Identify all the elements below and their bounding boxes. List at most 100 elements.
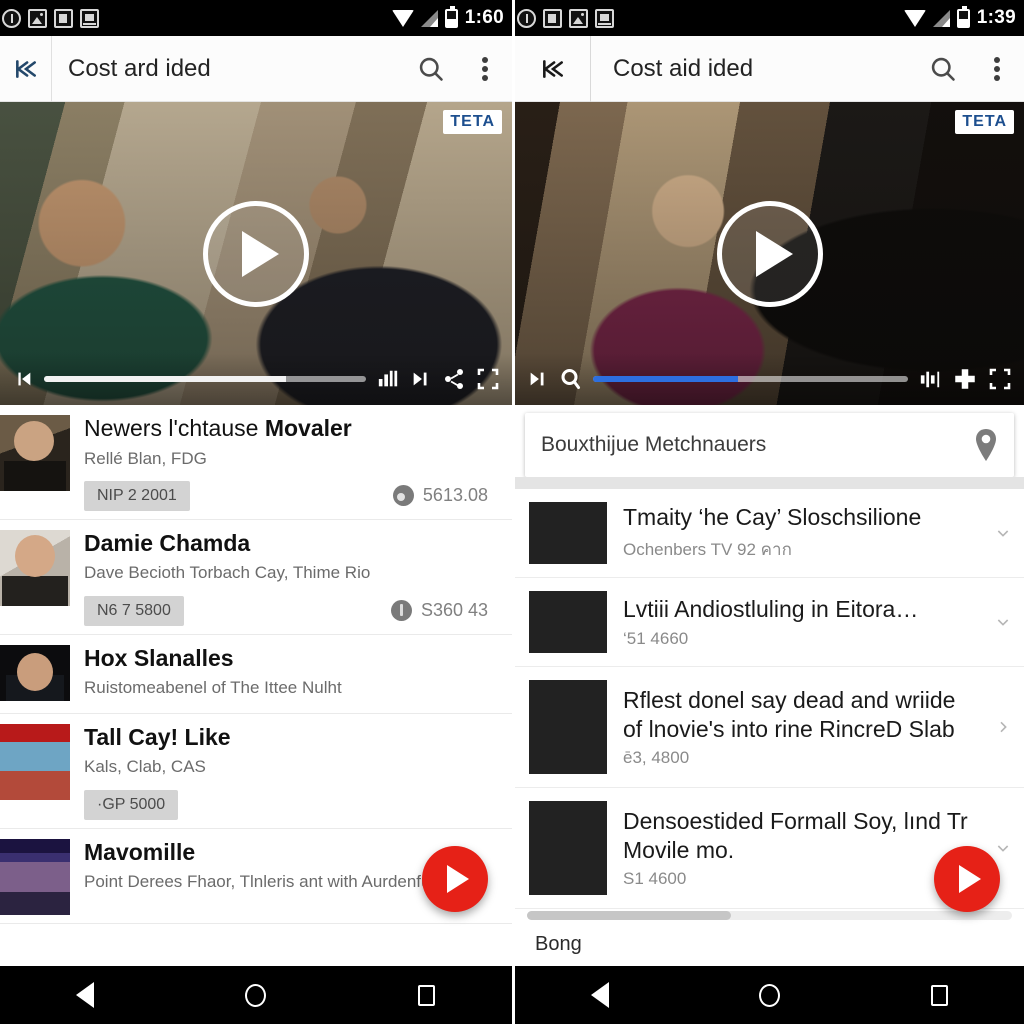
chevron-right-icon[interactable]	[992, 719, 1014, 735]
app-toolbar: Cost ard ided	[0, 35, 512, 102]
list-item[interactable]: Rflest donel say dead and wriide of lnov…	[515, 667, 1024, 788]
signal-icon	[932, 9, 950, 27]
android-nav-bar	[515, 966, 1024, 1024]
search-icon[interactable]	[916, 36, 970, 102]
list-item-subtitle: Rellé Blan, FDG	[84, 448, 207, 468]
list-item-subtitle: Ruistomeabenel of The Ittee Nulht	[84, 678, 342, 698]
app-toolbar: Cost aid ided	[515, 35, 1024, 102]
list-item-title: Lvtiii Andiostluling in Eitora…	[623, 596, 919, 623]
play-fab-icon[interactable]	[934, 846, 1000, 912]
list-item-subtitle: ‘51 4660	[623, 628, 689, 648]
battery-icon	[956, 5, 970, 28]
status-badge: ·GP 5000	[84, 789, 179, 820]
list-item-title: Rflest donel say dead and wriide of lnov…	[623, 687, 956, 742]
signal-icon	[420, 9, 438, 27]
cup-icon	[54, 8, 73, 28]
thumbnail	[529, 502, 607, 564]
thumbnail	[0, 529, 70, 606]
status-bar-clock: 1:39	[976, 7, 1016, 28]
video-player[interactable]: TETA	[515, 102, 1024, 405]
page-title: Cost ard ided	[68, 54, 211, 82]
thumbnail	[0, 415, 70, 491]
video-progress-bar[interactable]	[593, 376, 908, 382]
page-title: Cost aid ided	[613, 54, 754, 82]
status-bar-system-icons: 1:60	[391, 5, 504, 29]
list-item-title: Hox Slanalles	[84, 644, 234, 671]
equalizer-icon[interactable]	[376, 368, 400, 390]
more-vertical-icon[interactable]	[970, 36, 1024, 102]
list-item[interactable]: Tall Cay! Like Kals, Clab, CAS ·GP 5000	[0, 713, 512, 829]
cloud-icon	[392, 485, 414, 507]
list-item-title: Densoestided Formall Soy, lınd Tr Movile…	[623, 808, 968, 863]
circle-icon	[517, 8, 536, 28]
photo-icon	[28, 8, 47, 28]
chevron-down-icon[interactable]	[992, 614, 1014, 630]
home-icon[interactable]	[221, 966, 291, 1024]
list-item[interactable]: Damie Chamda Dave Becioth Torbach Cay, T…	[0, 519, 512, 635]
recents-icon[interactable]	[392, 966, 462, 1024]
thumbnail	[0, 723, 70, 800]
fullscreen-icon[interactable]	[476, 367, 500, 391]
list-item-subtitle: Dave Becioth Torbach Cay, Thime Rio	[84, 563, 371, 583]
video-player[interactable]: TETA	[0, 102, 512, 405]
horizontal-scrollbar[interactable]	[527, 911, 1012, 920]
play-circle-icon[interactable]	[203, 200, 309, 307]
list-item[interactable]: Tmaity ‘he Cay’ Sloschsilione Ochenbers …	[515, 489, 1024, 578]
status-badge: N6 7 5800	[84, 595, 184, 626]
chevron-down-icon[interactable]	[992, 525, 1014, 541]
status-bar-notification-icons	[517, 8, 614, 28]
list-item[interactable]: Lvtiii Andiostluling in Eitora… ‘51 4660	[515, 578, 1024, 667]
results-list[interactable]: Bouxthijue Metchnauers Tmaity ‘he Cay’ S…	[515, 405, 1024, 966]
chevron-down-icon[interactable]	[992, 840, 1014, 856]
thumbnail	[0, 838, 70, 915]
back-icon[interactable]	[565, 966, 635, 1024]
list-item-title: Damie Chamda	[84, 529, 251, 556]
play-circle-icon[interactable]	[716, 200, 823, 307]
cup-icon	[543, 8, 562, 28]
status-bar: 1:39	[515, 0, 1024, 36]
play-fab-icon[interactable]	[422, 846, 488, 912]
back-icon[interactable]	[50, 966, 120, 1024]
more-vertical-icon[interactable]	[458, 36, 512, 102]
channel-badge: TETA	[955, 110, 1014, 134]
equalizer-icon[interactable]	[918, 368, 942, 390]
search-icon[interactable]	[559, 367, 583, 391]
thumbnail	[529, 680, 607, 774]
collapse-left-icon[interactable]	[515, 35, 591, 102]
list-item-metric: 5613.08	[422, 485, 488, 506]
list-item[interactable]: Newers l'chtause Movaler Rellé Blan, FDG…	[0, 405, 512, 520]
wifi-icon	[903, 9, 926, 27]
video-controls	[0, 353, 512, 405]
skip-previous-icon[interactable]	[12, 368, 34, 390]
home-icon[interactable]	[734, 966, 804, 1024]
video-list[interactable]: Newers l'chtause Movaler Rellé Blan, FDG…	[0, 405, 512, 966]
battery-icon	[444, 5, 458, 28]
fullscreen-icon[interactable]	[988, 367, 1012, 391]
info-icon	[390, 600, 412, 622]
list-item[interactable]: Hox Slanalles Ruistomeabenel of The Itte…	[0, 634, 512, 714]
list-item-subtitle: S1 4600	[623, 868, 687, 888]
scroll-label: Bong	[535, 933, 582, 955]
plus-icon[interactable]	[952, 366, 978, 392]
thumbnail	[529, 591, 607, 653]
dual-screenshot-comparison: 1:60 Cost ard ided TETA Newers l'chtause…	[0, 0, 1024, 1024]
thumbnail	[0, 644, 70, 701]
collapse-left-icon[interactable]	[0, 35, 52, 102]
map-pin-icon[interactable]	[974, 429, 998, 461]
status-bar-clock: 1:60	[464, 7, 504, 28]
video-progress-bar[interactable]	[44, 376, 366, 382]
skip-next-icon[interactable]	[410, 368, 432, 390]
search-icon[interactable]	[404, 36, 458, 102]
list-item-metric: S360 43	[420, 600, 488, 621]
status-bar: 1:60	[0, 0, 512, 36]
recents-icon[interactable]	[904, 966, 974, 1024]
share-icon[interactable]	[442, 367, 466, 391]
list-item-subtitle: Ochenbers TV 92 คาก	[623, 540, 792, 560]
photo-icon	[569, 8, 588, 28]
video-controls	[515, 353, 1024, 405]
skip-next-icon[interactable]	[527, 368, 549, 390]
channel-badge: TETA	[443, 110, 502, 134]
list-item-subtitle: Kals, Clab, CAS	[84, 757, 206, 777]
location-card[interactable]: Bouxthijue Metchnauers	[525, 413, 1014, 477]
list-item-title: Tmaity ‘he Cay’ Sloschsilione	[623, 503, 922, 530]
